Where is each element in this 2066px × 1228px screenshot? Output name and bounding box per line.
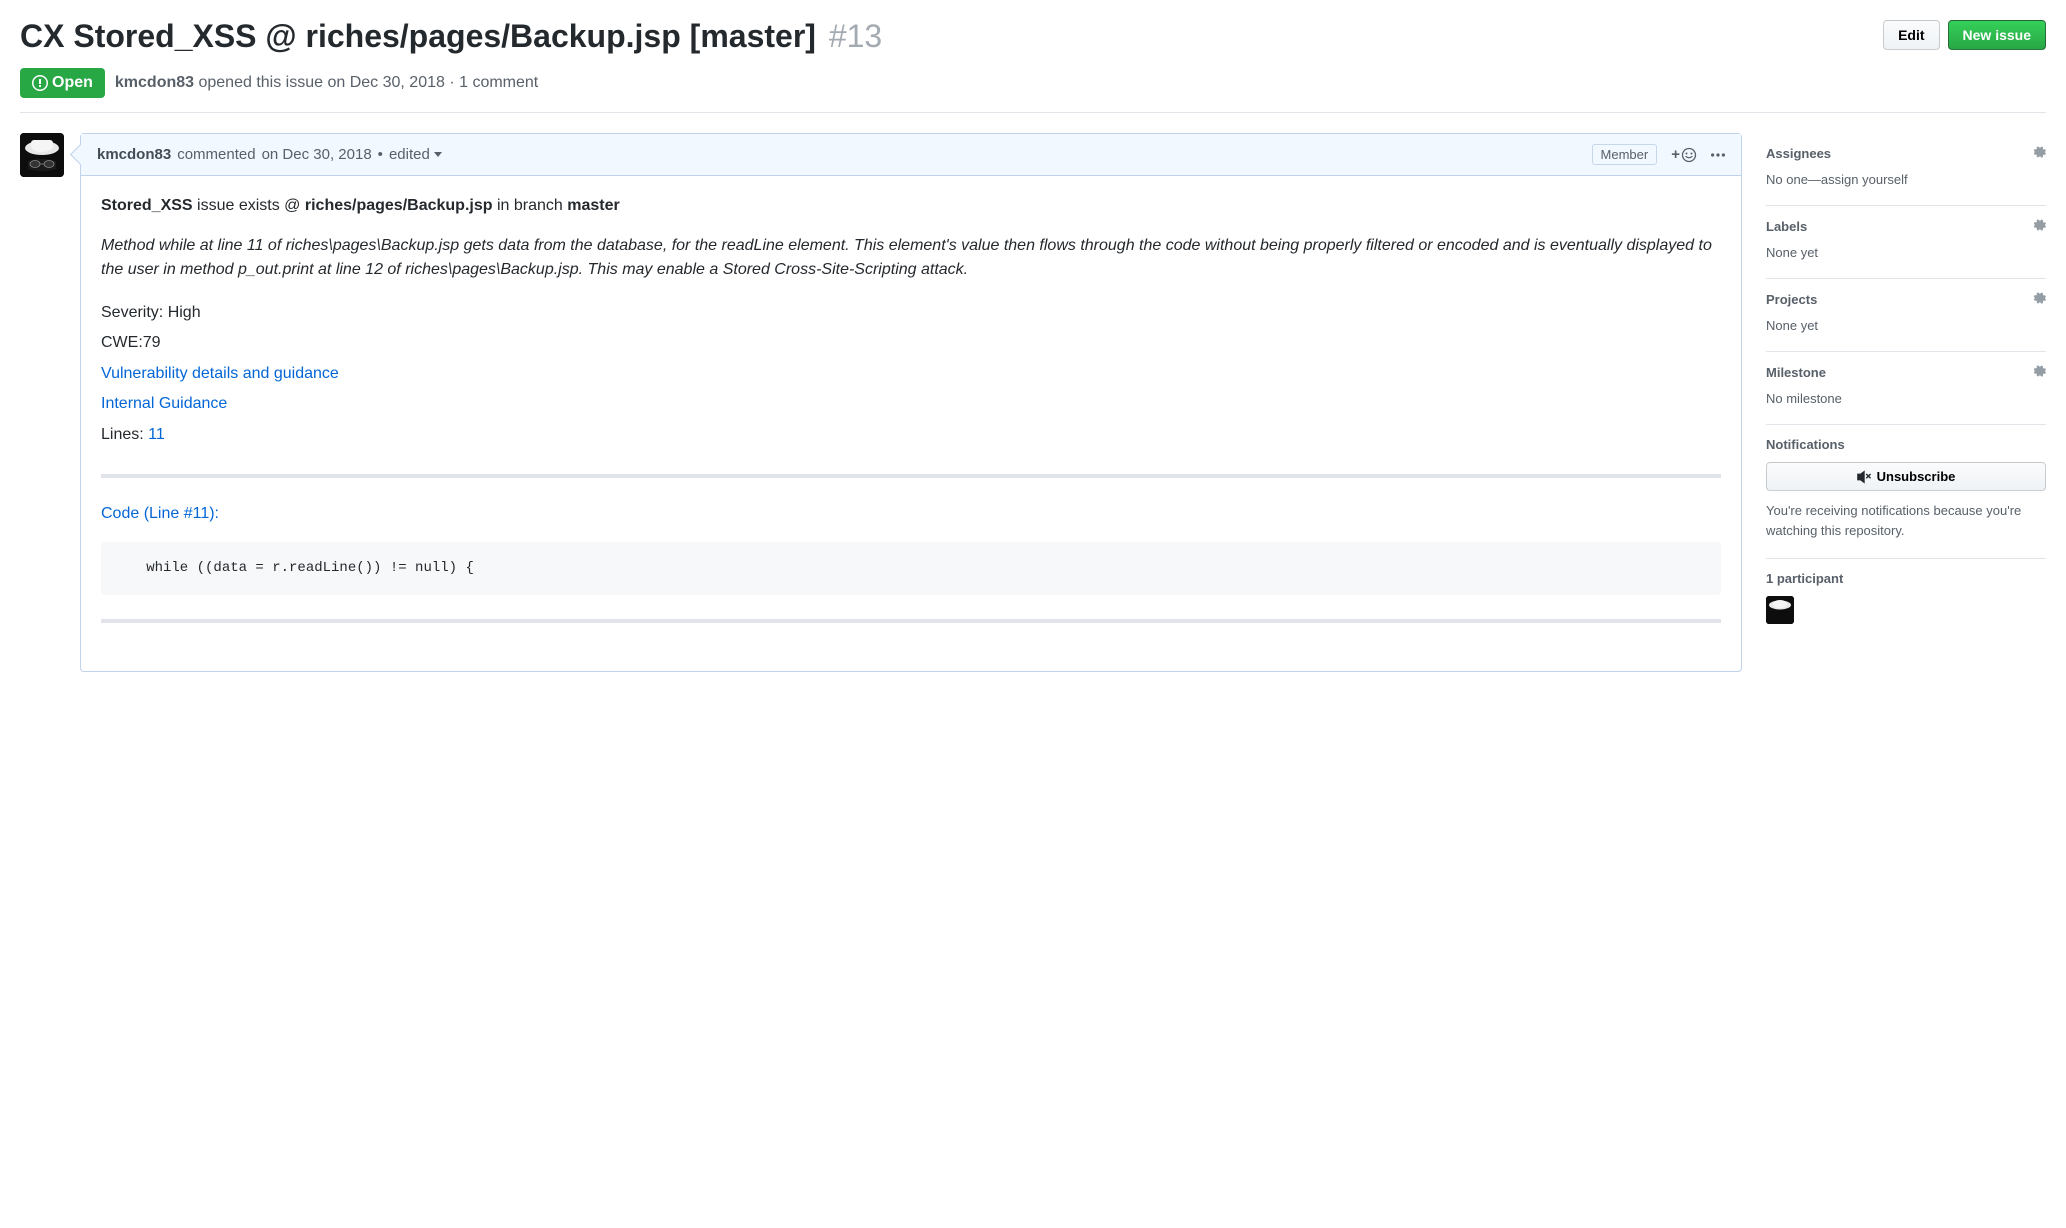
labels-header[interactable]: Labels — [1766, 218, 2046, 235]
gear-icon — [2032, 218, 2046, 235]
summary-branch: master — [567, 197, 619, 214]
issue-meta: Open kmcdon83 opened this issue on Dec 3… — [20, 68, 2046, 113]
comment-action: commented — [177, 146, 255, 163]
assignees-value[interactable]: No one—assign yourself — [1766, 172, 2046, 187]
projects-header[interactable]: Projects — [1766, 291, 2046, 308]
role-badge: Member — [1592, 144, 1658, 165]
lines-link[interactable]: 11 — [148, 426, 165, 443]
issue-open-icon — [32, 75, 48, 91]
issue-title-text: CX Stored_XSS @ riches/pages/Backup.jsp … — [20, 18, 816, 54]
issue-title: CX Stored_XSS @ riches/pages/Backup.jsp … — [20, 16, 882, 56]
vuln-details-link[interactable]: Vulnerability details and guidance — [101, 365, 339, 382]
mute-icon — [1857, 470, 1871, 484]
opened-text: opened this issue on Dec 30, 2018 — [198, 74, 444, 91]
projects-value: None yet — [1766, 318, 2046, 333]
code-line-link[interactable]: Code (Line #11): — [101, 505, 219, 522]
edit-button[interactable]: Edit — [1883, 20, 1939, 50]
add-reaction-button[interactable]: + — [1671, 146, 1697, 163]
avatar[interactable] — [20, 133, 64, 177]
issue-number: #13 — [829, 18, 882, 54]
issue-author[interactable]: kmcdon83 — [115, 74, 194, 91]
comment-date[interactable]: on Dec 30, 2018 — [262, 146, 372, 163]
vuln-description: Method while at line 11 of riches\pages\… — [101, 234, 1721, 282]
comment-author[interactable]: kmcdon83 — [97, 146, 171, 163]
participant-avatar[interactable] — [1766, 596, 1794, 624]
divider — [101, 474, 1721, 478]
new-issue-button[interactable]: New issue — [1948, 20, 2046, 50]
summary-vuln: Stored_XSS — [101, 197, 193, 214]
gear-icon — [2032, 291, 2046, 308]
divider — [101, 619, 1721, 623]
state-badge: Open — [20, 68, 105, 98]
caret-down-icon — [434, 152, 442, 157]
milestone-header[interactable]: Milestone — [1766, 364, 2046, 381]
code-block: while ((data = r.readLine()) != null) { — [101, 542, 1721, 595]
state-text: Open — [52, 74, 93, 92]
unsubscribe-button[interactable]: Unsubscribe — [1766, 462, 2046, 491]
assignees-header[interactable]: Assignees — [1766, 145, 2046, 162]
notifications-text: You're receiving notifications because y… — [1766, 501, 2046, 540]
comment-box: kmcdon83 commented on Dec 30, 2018 • edi… — [80, 133, 1742, 672]
severity-line: Severity: High — [101, 298, 1721, 328]
labels-value: None yet — [1766, 245, 2046, 260]
summary-path: riches/pages/Backup.jsp — [305, 197, 493, 214]
internal-guidance-link[interactable]: Internal Guidance — [101, 395, 227, 412]
comment-body: Stored_XSS issue exists @ riches/pages/B… — [81, 176, 1741, 671]
gear-icon — [2032, 145, 2046, 162]
cwe-line: CWE:79 — [101, 328, 1721, 358]
milestone-value: No milestone — [1766, 391, 2046, 406]
comment-count: 1 comment — [459, 74, 538, 91]
edited-dropdown[interactable]: edited — [389, 146, 442, 163]
gear-icon — [2032, 364, 2046, 381]
comment-menu-button[interactable] — [1711, 148, 1725, 162]
lines-label: Lines: — [101, 426, 148, 443]
participants-header: 1 participant — [1766, 571, 2046, 586]
notifications-header: Notifications — [1766, 437, 2046, 452]
